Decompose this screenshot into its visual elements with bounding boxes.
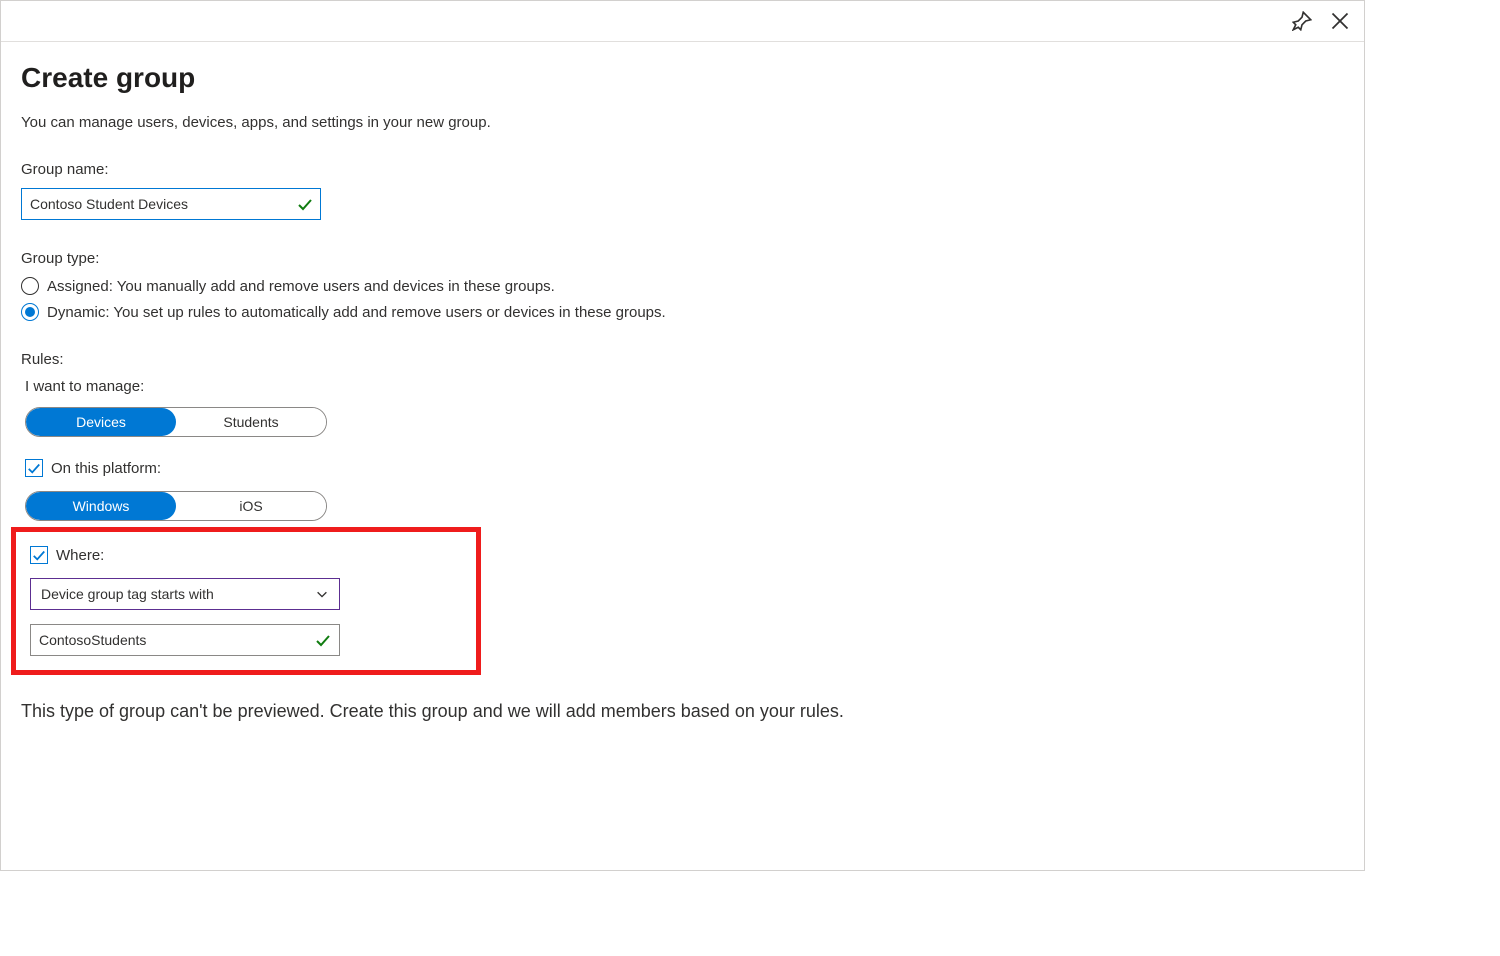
where-dropdown-value: Device group tag starts with [41, 586, 214, 602]
close-icon[interactable] [1330, 11, 1350, 31]
checkmark-icon [315, 632, 331, 648]
toggle-devices[interactable]: Devices [26, 408, 176, 436]
where-checkbox-label: Where: [56, 547, 104, 564]
toggle-ios[interactable]: iOS [176, 492, 326, 520]
chevron-down-icon [315, 587, 329, 601]
where-value-input[interactable]: ContosoStudents [30, 624, 340, 656]
manage-label: I want to manage: [25, 378, 1344, 395]
where-dropdown[interactable]: Device group tag starts with [30, 578, 340, 610]
group-type-label: Group type: [21, 250, 1344, 267]
where-highlight-box: Where: Device group tag starts with Cont… [11, 527, 481, 675]
where-value-text: ContosoStudents [39, 632, 146, 648]
radio-icon [21, 303, 39, 321]
radio-assigned-label: Assigned: You manually add and remove us… [47, 278, 555, 295]
checkmark-icon [297, 196, 313, 212]
group-name-label: Group name: [21, 161, 1344, 178]
pin-icon[interactable] [1292, 11, 1312, 31]
radio-dynamic[interactable]: Dynamic: You set up rules to automatical… [21, 303, 1344, 321]
group-name-value: Contoso Student Devices [30, 196, 188, 212]
toggle-windows[interactable]: Windows [26, 492, 176, 520]
group-name-input[interactable]: Contoso Student Devices [21, 188, 321, 220]
page-subtitle: You can manage users, devices, apps, and… [21, 114, 1344, 131]
platform-checkbox-row: On this platform: [25, 459, 1344, 477]
footer-note: This type of group can't be previewed. C… [21, 701, 1344, 722]
content-area: Create group You can manage users, devic… [1, 42, 1364, 742]
rules-label: Rules: [21, 351, 1344, 368]
radio-assigned[interactable]: Assigned: You manually add and remove us… [21, 277, 1344, 295]
where-value-wrap: ContosoStudents [30, 624, 462, 656]
create-group-panel: Create group You can manage users, devic… [0, 0, 1365, 871]
group-name-input-wrap: Contoso Student Devices [21, 188, 321, 220]
titlebar [1, 1, 1364, 41]
radio-icon [21, 277, 39, 295]
page-title: Create group [21, 62, 1344, 94]
platform-toggle: Windows iOS [25, 491, 327, 521]
where-checkbox[interactable] [30, 546, 48, 564]
radio-dynamic-label: Dynamic: You set up rules to automatical… [47, 304, 666, 321]
platform-checkbox-label: On this platform: [51, 460, 161, 477]
where-checkbox-row: Where: [30, 546, 462, 564]
platform-checkbox[interactable] [25, 459, 43, 477]
manage-toggle: Devices Students [25, 407, 327, 437]
toggle-students[interactable]: Students [176, 408, 326, 436]
